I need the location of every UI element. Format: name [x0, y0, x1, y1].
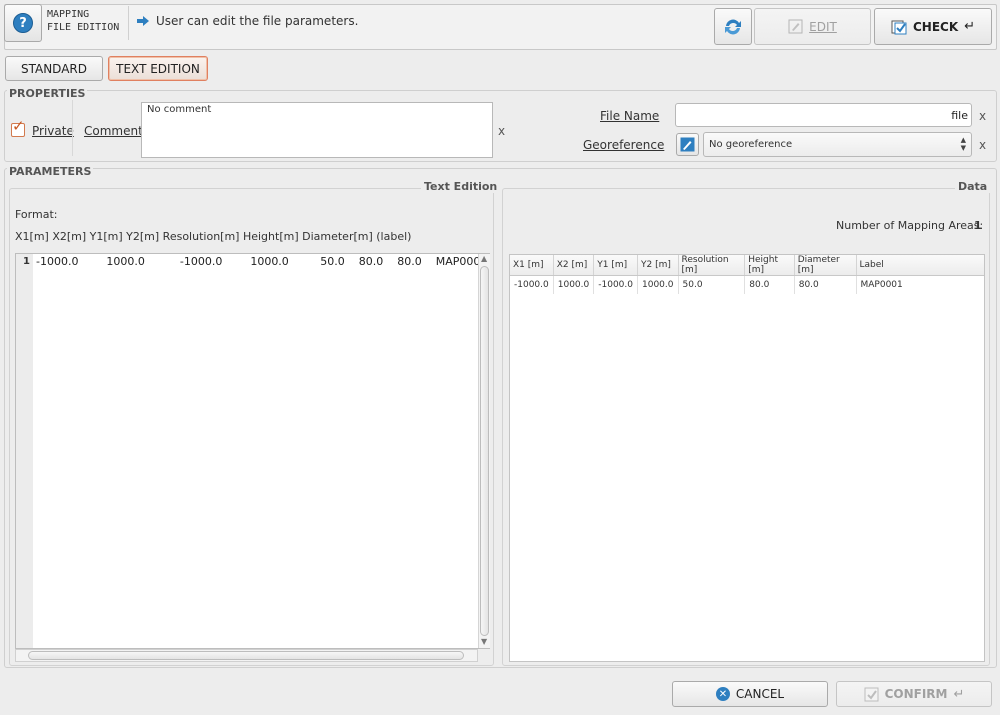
mapping-areas-table: X1 [m] X2 [m] Y1 [m] Y2 [m] Resolution [… [510, 255, 984, 294]
parameters-title: PARAMETERS [7, 165, 94, 178]
vertical-scrollbar[interactable]: ▲ ▼ [478, 254, 490, 648]
confirm-button-label: CONFIRM [884, 687, 948, 701]
edit-button[interactable]: EDIT [754, 8, 871, 45]
enter-key-icon: ↵ [964, 19, 976, 34]
clear-comments-button[interactable]: x [498, 124, 505, 138]
pencil-icon [680, 137, 695, 152]
georeference-select[interactable]: No georeference ▲ ▼ [703, 132, 972, 157]
cell-x2: 1000.0 [553, 275, 595, 294]
cell-diameter: 80.0 [794, 275, 857, 294]
cancel-button-label: CANCEL [735, 687, 785, 701]
horizontal-scroll-thumb[interactable] [28, 651, 464, 660]
georeference-edit-button[interactable] [676, 133, 699, 156]
help-button[interactable]: ? [4, 4, 42, 42]
comments-field[interactable]: No comment [141, 102, 493, 158]
num-mapping-areas-label: Number of Mapping Areas: [836, 219, 984, 232]
check-button-label: CHECK [912, 19, 959, 34]
edit-icon [788, 19, 803, 34]
file-name-label: File Name [600, 109, 660, 123]
num-mapping-areas-value: 1 [974, 219, 982, 232]
select-arrows-icon: ▲ ▼ [960, 136, 966, 152]
text-edition-title: Text Edition [421, 180, 501, 193]
data-title: Data [955, 180, 991, 193]
cell-label: MAP0001 [860, 279, 903, 290]
comments-label: Comments [84, 124, 150, 138]
horizontal-scrollbar[interactable] [15, 649, 478, 662]
scroll-down-icon[interactable]: ▼ [481, 637, 487, 646]
text-editor[interactable]: 1 -1000.0 1000.0 -1000.0 1000.0 50.0 80.… [15, 253, 490, 649]
format-string: X1[m] X2[m] Y1[m] Y2[m] Resolution[m] He… [15, 230, 412, 243]
cell-resolution: 50.0 [678, 275, 746, 294]
column-header-height[interactable]: Height [m] [744, 255, 795, 276]
vertical-scroll-thumb[interactable] [480, 266, 489, 636]
refresh-icon [725, 19, 741, 34]
scroll-up-icon[interactable]: ▲ [481, 254, 487, 263]
tab-text-edition[interactable]: TEXT EDITION [108, 56, 208, 81]
georeference-value: No georeference [709, 139, 793, 150]
properties-title: PROPERTIES [7, 87, 88, 100]
tab-standard[interactable]: STANDARD [5, 56, 103, 81]
info-message: User can edit the file parameters. [156, 14, 359, 28]
column-header-x1[interactable]: X1 [m] [510, 255, 554, 276]
editor-line[interactable]: -1000.0 1000.0 -1000.0 1000.0 50.0 80.0 … [36, 255, 487, 268]
mode-title: MAPPING FILE EDITION [47, 9, 120, 33]
column-header-y1[interactable]: Y1 [m] [593, 255, 638, 276]
confirm-check-icon [864, 687, 879, 701]
properties-divider [72, 100, 73, 156]
file-name-input[interactable]: file [675, 103, 972, 127]
column-header-y2[interactable]: Y2 [m] [637, 255, 679, 276]
column-header-diameter[interactable]: Diameter [m] [794, 255, 857, 276]
clear-georeference-button[interactable]: x [979, 138, 986, 152]
column-header-x2[interactable]: X2 [m] [553, 255, 595, 276]
refresh-button[interactable] [714, 8, 752, 45]
private-label: Private [32, 124, 74, 138]
help-icon: ? [13, 13, 33, 33]
cell-x1: -1000.0 [510, 275, 554, 294]
cancel-button[interactable]: ✕ CANCEL [672, 681, 828, 707]
arrow-right-icon [137, 16, 149, 26]
cell-height: 80.0 [744, 275, 795, 294]
header-divider [128, 6, 129, 40]
cancel-icon: ✕ [715, 687, 730, 701]
clear-file-name-button[interactable]: x [979, 109, 986, 123]
georeference-label: Georeference [583, 138, 665, 152]
table-row[interactable]: -1000.0 1000.0 -1000.0 1000.0 50.0 80.0 … [510, 275, 984, 294]
table-header-row: X1 [m] X2 [m] Y1 [m] Y2 [m] Resolution [… [510, 255, 984, 276]
column-header-label[interactable]: Label [856, 255, 984, 276]
format-label: Format: [15, 208, 58, 221]
cell-y2: 1000.0 [637, 275, 679, 294]
edit-button-label: EDIT [809, 19, 837, 34]
data-table: X1 [m] X2 [m] Y1 [m] Y2 [m] Resolution [… [509, 254, 985, 662]
check-button[interactable]: CHECK ↵ [874, 8, 992, 45]
checkmark-icon: ✓ [12, 117, 25, 135]
check-icon [891, 20, 907, 34]
cell-y1: -1000.0 [593, 275, 638, 294]
enter-key-icon: ↵ [953, 686, 965, 702]
confirm-button[interactable]: CONFIRM ↵ [836, 681, 992, 707]
line-number: 1 [16, 254, 33, 648]
column-header-resolution[interactable]: Resolution [m] [678, 255, 746, 276]
